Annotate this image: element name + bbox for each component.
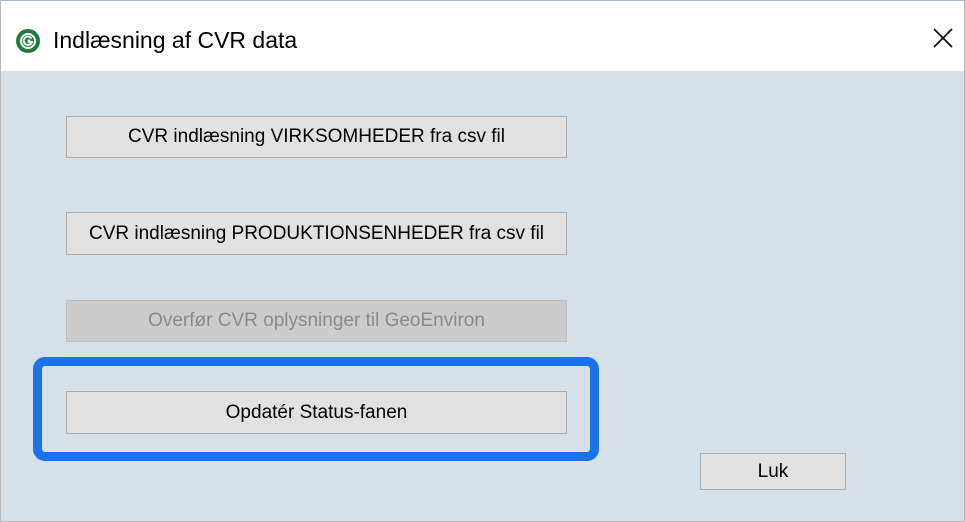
geoenviron-logo-icon [15,28,41,54]
transfer-to-geoenviron-button[interactable]: Overfør CVR oplysninger til GeoEnviron [66,300,567,342]
close-button[interactable] [921,18,965,62]
dialog-client-area: CVR indlæsning VIRKSOMHEDER fra csv fil … [1,71,964,521]
import-produktionsenheder-button[interactable]: CVR indlæsning PRODUKTIONSENHEDER fra cs… [66,212,567,255]
update-status-tab-button[interactable]: Opdatér Status-fanen [66,391,567,434]
import-virksomheder-button[interactable]: CVR indlæsning VIRKSOMHEDER fra csv fil [66,116,567,158]
close-icon [932,27,954,54]
dialog-window: Indlæsning af CVR data CVR indlæsning VI… [0,0,965,522]
close-dialog-button[interactable]: Luk [700,453,846,490]
window-title: Indlæsning af CVR data [53,27,298,53]
title-bar: Indlæsning af CVR data [1,1,964,71]
